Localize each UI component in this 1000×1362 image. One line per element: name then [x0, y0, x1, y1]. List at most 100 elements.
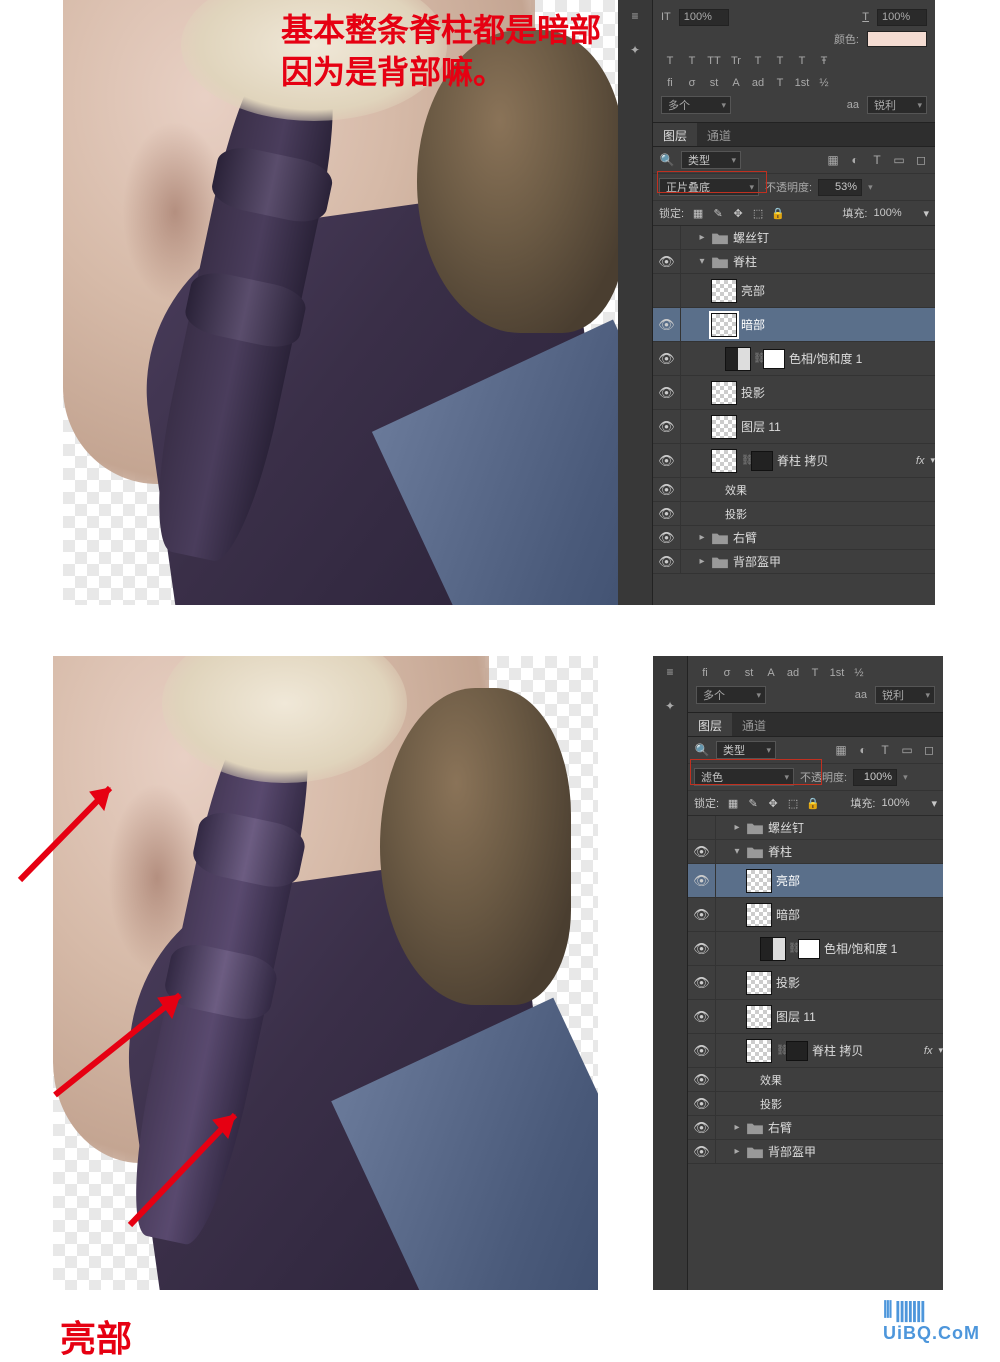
lock-position-icon[interactable]: ✥ — [765, 795, 781, 811]
group-backarmor[interactable]: 👁 ▸背部盔甲 — [688, 1140, 943, 1164]
fill-value[interactable]: 100% — [881, 797, 925, 809]
superscript-button[interactable]: T — [749, 53, 767, 69]
filter-text-icon[interactable]: T — [877, 742, 893, 758]
search-icon[interactable]: 🔍 — [694, 742, 710, 758]
visibility-toggle[interactable]: 👁 — [688, 1034, 716, 1067]
lock-pixels-icon[interactable]: ▦ — [725, 795, 741, 811]
visibility-toggle[interactable]: 👁 — [688, 1140, 716, 1163]
language-dropdown[interactable]: 多个▾ — [661, 96, 731, 114]
contextual-button[interactable]: σ — [683, 75, 701, 91]
lock-paint-icon[interactable]: ✎ — [710, 205, 726, 221]
ligature-button[interactable]: fi — [696, 665, 714, 681]
discretionary-button[interactable]: st — [705, 75, 723, 91]
lock-paint-icon[interactable]: ✎ — [745, 795, 761, 811]
visibility-toggle[interactable]: 👁 — [688, 1116, 716, 1139]
fractions-button[interactable]: ½ — [850, 665, 868, 681]
visibility-toggle[interactable]: 👁 — [653, 250, 681, 273]
swash-button[interactable]: A — [727, 75, 745, 91]
fx-dropshadow[interactable]: 👁 投影 — [653, 502, 935, 526]
subscript-button[interactable]: T — [771, 53, 789, 69]
opacity-value[interactable]: 100% — [853, 769, 897, 786]
group-screws[interactable]: ▸螺丝钉 — [653, 226, 935, 250]
styles-panel-icon[interactable]: ✦ — [660, 696, 680, 716]
paragraph-panel-icon[interactable]: ≡ — [625, 6, 645, 26]
filter-adjust-icon[interactable]: ◐ — [847, 152, 863, 168]
visibility-toggle[interactable] — [653, 226, 681, 249]
fill-value[interactable]: 100% — [873, 207, 917, 219]
visibility-toggle[interactable]: 👁 — [653, 526, 681, 549]
stylistic-button[interactable]: ad — [784, 665, 802, 681]
lock-artboard-icon[interactable]: ⬚ — [750, 205, 766, 221]
filter-text-icon[interactable]: T — [869, 152, 885, 168]
layer-layer11[interactable]: 👁 图层 11 — [653, 410, 935, 444]
lock-all-icon[interactable]: 🔒 — [770, 205, 786, 221]
discretionary-button[interactable]: st — [740, 665, 758, 681]
layer-hue-sat[interactable]: 👁 ⛓色相/饱和度 1 — [653, 342, 935, 376]
layer-layer11[interactable]: 👁 图层 11 — [688, 1000, 943, 1034]
visibility-toggle[interactable]: 👁 — [688, 1068, 716, 1091]
strike-button[interactable]: Ŧ — [815, 53, 833, 69]
visibility-toggle[interactable]: 👁 — [688, 840, 716, 863]
faux-bold-button[interactable]: T — [661, 53, 679, 69]
filter-adjust-icon[interactable]: ◐ — [855, 742, 871, 758]
ordinals-button[interactable]: 1st — [828, 665, 846, 681]
allcaps-button[interactable]: TT — [705, 53, 723, 69]
baseline-value[interactable]: 100% — [877, 9, 927, 26]
tab-channels[interactable]: 通道 — [697, 123, 741, 146]
layer-dark[interactable]: 👁 暗部 — [688, 898, 943, 932]
layer-shadow[interactable]: 👁 投影 — [653, 376, 935, 410]
lock-all-icon[interactable]: 🔒 — [805, 795, 821, 811]
antialiasing-dropdown[interactable]: 锐利▾ — [875, 686, 935, 704]
visibility-toggle[interactable]: 👁 — [653, 444, 681, 477]
lock-artboard-icon[interactable]: ⬚ — [785, 795, 801, 811]
opacity-value[interactable]: 53% — [818, 179, 862, 196]
visibility-toggle[interactable]: 👁 — [688, 932, 716, 965]
lock-position-icon[interactable]: ✥ — [730, 205, 746, 221]
layer-spine-copy[interactable]: 👁 ⛓脊柱 拷贝fx▾ — [688, 1034, 943, 1068]
filter-shape-icon[interactable]: ▭ — [899, 742, 915, 758]
visibility-toggle[interactable]: 👁 — [653, 478, 681, 501]
filter-type-dropdown[interactable]: 类型▾ — [716, 741, 776, 759]
group-rightarm[interactable]: 👁 ▸右臂 — [653, 526, 935, 550]
group-screws[interactable]: ▸螺丝钉 — [688, 816, 943, 840]
filter-smart-icon[interactable]: ◻ — [913, 152, 929, 168]
group-spine[interactable]: 👁 ▾脊柱 — [653, 250, 935, 274]
stylistic-button[interactable]: ad — [749, 75, 767, 91]
visibility-toggle[interactable]: 👁 — [653, 376, 681, 409]
fractions-button[interactable]: ½ — [815, 75, 833, 91]
faux-italic-button[interactable]: T — [683, 53, 701, 69]
styles-panel-icon[interactable]: ✦ — [625, 40, 645, 60]
visibility-toggle[interactable]: 👁 — [653, 502, 681, 525]
search-icon[interactable]: 🔍 — [659, 152, 675, 168]
antialiasing-dropdown[interactable]: 锐利▾ — [867, 96, 927, 114]
filter-smart-icon[interactable]: ◻ — [921, 742, 937, 758]
visibility-toggle[interactable]: 👁 — [688, 966, 716, 999]
visibility-toggle[interactable]: 👁 — [688, 864, 716, 897]
fx-effects[interactable]: 👁 效果 — [688, 1068, 943, 1092]
blend-mode-dropdown[interactable]: 滤色▾ — [694, 768, 794, 786]
layer-shadow[interactable]: 👁 投影 — [688, 966, 943, 1000]
visibility-toggle[interactable] — [688, 816, 716, 839]
visibility-toggle[interactable] — [653, 274, 681, 307]
paragraph-panel-icon[interactable]: ≡ — [660, 662, 680, 682]
group-spine[interactable]: 👁 ▾脊柱 — [688, 840, 943, 864]
titling-button[interactable]: T — [806, 665, 824, 681]
text-color-swatch[interactable] — [867, 31, 927, 47]
layer-spine-copy[interactable]: 👁 ⛓脊柱 拷贝fx▾ — [653, 444, 935, 478]
blend-mode-dropdown[interactable]: 正片叠底▾ — [659, 178, 759, 196]
layer-hue-sat[interactable]: 👁 ⛓色相/饱和度 1 — [688, 932, 943, 966]
filter-pixel-icon[interactable]: ▦ — [833, 742, 849, 758]
tab-layers[interactable]: 图层 — [688, 713, 732, 736]
titling-button[interactable]: T — [771, 75, 789, 91]
visibility-toggle[interactable]: 👁 — [688, 898, 716, 931]
lock-pixels-icon[interactable]: ▦ — [690, 205, 706, 221]
ligature-button[interactable]: fi — [661, 75, 679, 91]
filter-pixel-icon[interactable]: ▦ — [825, 152, 841, 168]
visibility-toggle[interactable]: 👁 — [653, 308, 681, 341]
group-backarmor[interactable]: 👁 ▸背部盔甲 — [653, 550, 935, 574]
contextual-button[interactable]: σ — [718, 665, 736, 681]
fx-effects[interactable]: 👁 效果 — [653, 478, 935, 502]
filter-shape-icon[interactable]: ▭ — [891, 152, 907, 168]
visibility-toggle[interactable]: 👁 — [688, 1092, 716, 1115]
filter-type-dropdown[interactable]: 类型▾ — [681, 151, 741, 169]
